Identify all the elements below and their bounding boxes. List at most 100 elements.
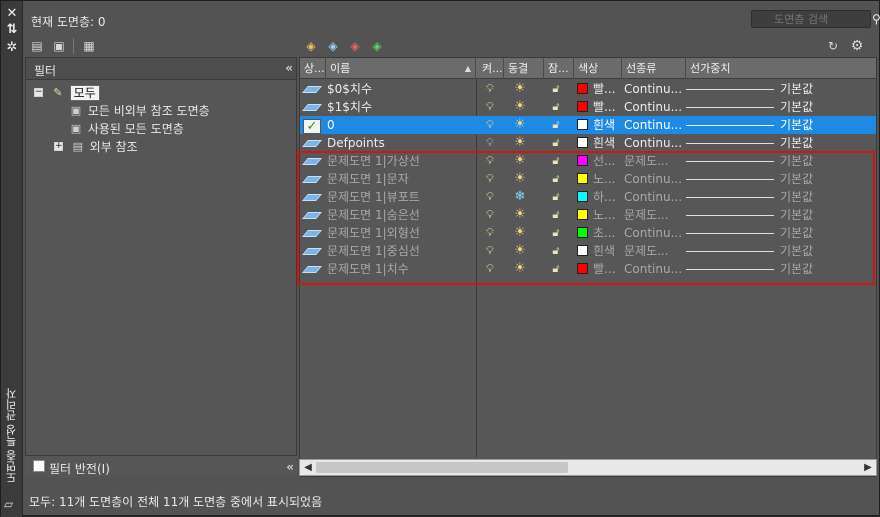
sun-thawed-icon[interactable]: ☀ xyxy=(512,206,528,224)
layer-search-box[interactable]: ⚲ xyxy=(751,10,880,28)
collapse-icon[interactable]: « xyxy=(285,61,293,75)
lineweight-value[interactable]: 기본값 xyxy=(780,188,840,206)
tree-item-xref[interactable]: + ▤ 외부 참조 xyxy=(54,138,138,156)
column-lineweight[interactable]: 선가중치 xyxy=(686,58,876,79)
column-name[interactable]: 이름 ▲ xyxy=(326,58,476,79)
sun-thawed-icon[interactable]: ☀ xyxy=(512,98,528,116)
new-layer-vp-frozen-icon[interactable]: ◈ xyxy=(325,38,341,54)
table-row-xref[interactable]: 문제도면 1|치수 💡︎ ☀ 🔓︎ 빨... Continu... 기본값 xyxy=(300,260,876,278)
linetype-name[interactable]: 문제도... xyxy=(624,206,684,224)
sun-thawed-icon[interactable]: ☀ xyxy=(512,134,528,152)
linetype-name[interactable]: Continu... xyxy=(624,80,684,98)
table-row[interactable]: $0$치수 💡︎ ☀ 🔓︎ 빨... Continu... 기본값 xyxy=(300,80,876,98)
color-swatch[interactable] xyxy=(577,191,588,202)
set-current-icon[interactable]: ◈ xyxy=(369,38,385,54)
tree-item-all[interactable]: − ✎ 모두 xyxy=(34,84,100,102)
color-swatch[interactable] xyxy=(577,227,588,238)
search-icon[interactable]: ⚲ xyxy=(872,12,880,26)
unlock-icon[interactable]: 🔓︎ xyxy=(548,134,564,152)
unlock-icon[interactable]: 🔓︎ xyxy=(548,98,564,116)
sun-thawed-icon[interactable]: ☀ xyxy=(512,260,528,278)
table-row[interactable]: $1$치수 💡︎ ☀ 🔓︎ 빨... Continu... 기본값 xyxy=(300,98,876,116)
tree-item-used[interactable]: ▣ 사용된 모든 도면층 xyxy=(68,120,184,138)
unlock-icon[interactable]: 🔓︎ xyxy=(548,224,564,242)
sun-thawed-icon[interactable]: ☀ xyxy=(512,116,528,134)
delete-layer-icon[interactable]: ◈ xyxy=(347,38,363,54)
column-on[interactable]: 켜... xyxy=(478,58,504,79)
new-layer-icon[interactable]: ◈ xyxy=(303,38,319,54)
unlock-icon[interactable]: 🔓︎ xyxy=(548,242,564,260)
new-group-filter-icon[interactable]: ▣ xyxy=(51,38,67,54)
color-swatch[interactable] xyxy=(577,137,588,148)
table-row-xref[interactable]: 문제도면 1|가상선 💡︎ ☀ 🔓︎ 선... 문제도... 기본값 xyxy=(300,152,876,170)
column-linetype[interactable]: 선종류 xyxy=(622,58,686,79)
collapse-tree-icon[interactable]: − xyxy=(34,88,43,97)
layer-states-manager-icon[interactable]: ▦ xyxy=(81,38,97,54)
sun-thawed-icon[interactable]: ☀ xyxy=(512,170,528,188)
close-icon[interactable]: ✕ xyxy=(5,7,19,21)
snowflake-frozen-icon[interactable]: ❄ xyxy=(512,188,528,206)
lineweight-value[interactable]: 기본값 xyxy=(780,206,840,224)
linetype-name[interactable]: 문제도... xyxy=(624,242,684,260)
lightbulb-on-icon[interactable]: 💡︎ xyxy=(484,224,496,242)
settings-gear-icon[interactable]: ⚙ xyxy=(849,38,865,54)
lightbulb-on-icon[interactable]: 💡︎ xyxy=(484,134,496,152)
linetype-name[interactable]: Continu... xyxy=(624,170,684,188)
sun-thawed-icon[interactable]: ☀ xyxy=(512,152,528,170)
table-row-xref[interactable]: 문제도면 1|뷰포트 💡︎ ❄ 🔓︎ 하... Continu... 기본값 xyxy=(300,188,876,206)
linetype-name[interactable]: 문제도... xyxy=(624,152,684,170)
color-swatch[interactable] xyxy=(577,155,588,166)
lightbulb-on-icon[interactable]: 💡︎ xyxy=(484,242,496,260)
lightbulb-on-icon[interactable]: 💡︎ xyxy=(484,116,496,134)
scrollbar-thumb[interactable] xyxy=(316,462,568,473)
lineweight-value[interactable]: 기본값 xyxy=(780,116,840,134)
color-swatch[interactable] xyxy=(577,119,588,130)
linetype-name[interactable]: Continu... xyxy=(624,98,684,116)
color-swatch[interactable] xyxy=(577,173,588,184)
sun-thawed-icon[interactable]: ☀ xyxy=(512,224,528,242)
lineweight-value[interactable]: 기본값 xyxy=(780,80,840,98)
lineweight-value[interactable]: 기본값 xyxy=(780,152,840,170)
refresh-icon[interactable]: ↻ xyxy=(825,38,841,54)
scroll-left-icon[interactable]: ◀ xyxy=(302,460,314,475)
unlock-icon[interactable]: 🔓︎ xyxy=(548,206,564,224)
new-property-filter-icon[interactable]: ▤ xyxy=(29,38,45,54)
lightbulb-on-icon[interactable]: 💡︎ xyxy=(484,152,496,170)
lightbulb-on-icon[interactable]: 💡︎ xyxy=(484,188,496,206)
linetype-name[interactable]: Continu... xyxy=(624,134,684,152)
table-row-xref[interactable]: 문제도면 1|외형선 💡︎ ☀ 🔓︎ 초... Continu... 기본값 xyxy=(300,224,876,242)
table-row-xref[interactable]: 문제도면 1|문자 💡︎ ☀ 🔓︎ 노... Continu... 기본값 xyxy=(300,170,876,188)
color-swatch[interactable] xyxy=(577,83,588,94)
collapse-icon[interactable]: « xyxy=(286,460,294,474)
lightbulb-on-icon[interactable]: 💡︎ xyxy=(484,260,496,278)
scroll-right-icon[interactable]: ▶ xyxy=(862,460,874,475)
linetype-name[interactable]: Continu... xyxy=(624,116,684,134)
unlock-icon[interactable]: 🔓︎ xyxy=(548,260,564,278)
color-swatch[interactable] xyxy=(577,209,588,220)
column-lock[interactable]: 잠... xyxy=(544,58,574,79)
color-swatch[interactable] xyxy=(577,101,588,112)
color-swatch[interactable] xyxy=(577,245,588,256)
column-color[interactable]: 색상 xyxy=(574,58,622,79)
linetype-name[interactable]: Continu... xyxy=(624,260,684,278)
lightbulb-on-icon[interactable]: 💡︎ xyxy=(484,98,496,116)
table-row[interactable]: Defpoints 💡︎ ☀ 🔓︎ 흰색 Continu... 기본값 xyxy=(300,134,876,152)
lightbulb-on-icon[interactable]: 💡︎ xyxy=(484,206,496,224)
color-swatch[interactable] xyxy=(577,263,588,274)
column-status[interactable]: 상... xyxy=(300,58,326,79)
unlock-icon[interactable]: 🔓︎ xyxy=(548,80,564,98)
unlock-icon[interactable]: 🔓︎ xyxy=(548,170,564,188)
linetype-name[interactable]: Continu... xyxy=(624,188,684,206)
lineweight-value[interactable]: 기본값 xyxy=(780,134,840,152)
tree-item-non-xref[interactable]: ▣ 모든 비외부 참조 도면층 xyxy=(68,102,210,120)
sun-thawed-icon[interactable]: ☀ xyxy=(512,80,528,98)
properties-gear-icon[interactable]: ✲ xyxy=(5,41,19,55)
lineweight-value[interactable]: 기본값 xyxy=(780,98,840,116)
sun-thawed-icon[interactable]: ☀ xyxy=(512,242,528,260)
invert-filter-checkbox[interactable] xyxy=(33,460,45,472)
auto-hide-icon[interactable]: ⇅ xyxy=(5,23,19,37)
horizontal-scrollbar[interactable]: ◀ ▶ xyxy=(299,459,877,476)
lightbulb-on-icon[interactable]: 💡︎ xyxy=(484,80,496,98)
lineweight-value[interactable]: 기본값 xyxy=(780,260,840,278)
lightbulb-on-icon[interactable]: 💡︎ xyxy=(484,170,496,188)
